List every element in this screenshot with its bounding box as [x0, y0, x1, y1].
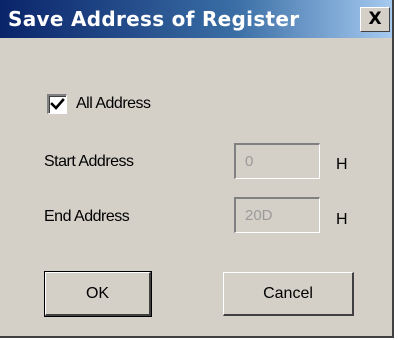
start-address-unit: H	[336, 156, 348, 173]
end-address-label: End Address	[44, 208, 130, 225]
close-button[interactable]: X	[360, 7, 390, 32]
ok-button[interactable]: OK	[44, 271, 152, 317]
end-address-field[interactable]	[234, 197, 320, 233]
start-address-label: Start Address	[44, 153, 134, 170]
close-icon: X	[368, 9, 382, 29]
checkmark-icon	[50, 98, 65, 110]
all-address-checkbox[interactable]	[47, 94, 67, 114]
save-address-dialog: Save Address of Register X All Address S…	[0, 0, 394, 338]
end-address-unit: H	[336, 211, 348, 228]
dialog-title: Save Address of Register	[8, 7, 300, 31]
cancel-button[interactable]: Cancel	[223, 272, 354, 316]
all-address-label[interactable]: All Address	[76, 95, 151, 113]
title-bar[interactable]: Save Address of Register X	[0, 0, 392, 38]
start-address-field[interactable]	[234, 143, 320, 179]
